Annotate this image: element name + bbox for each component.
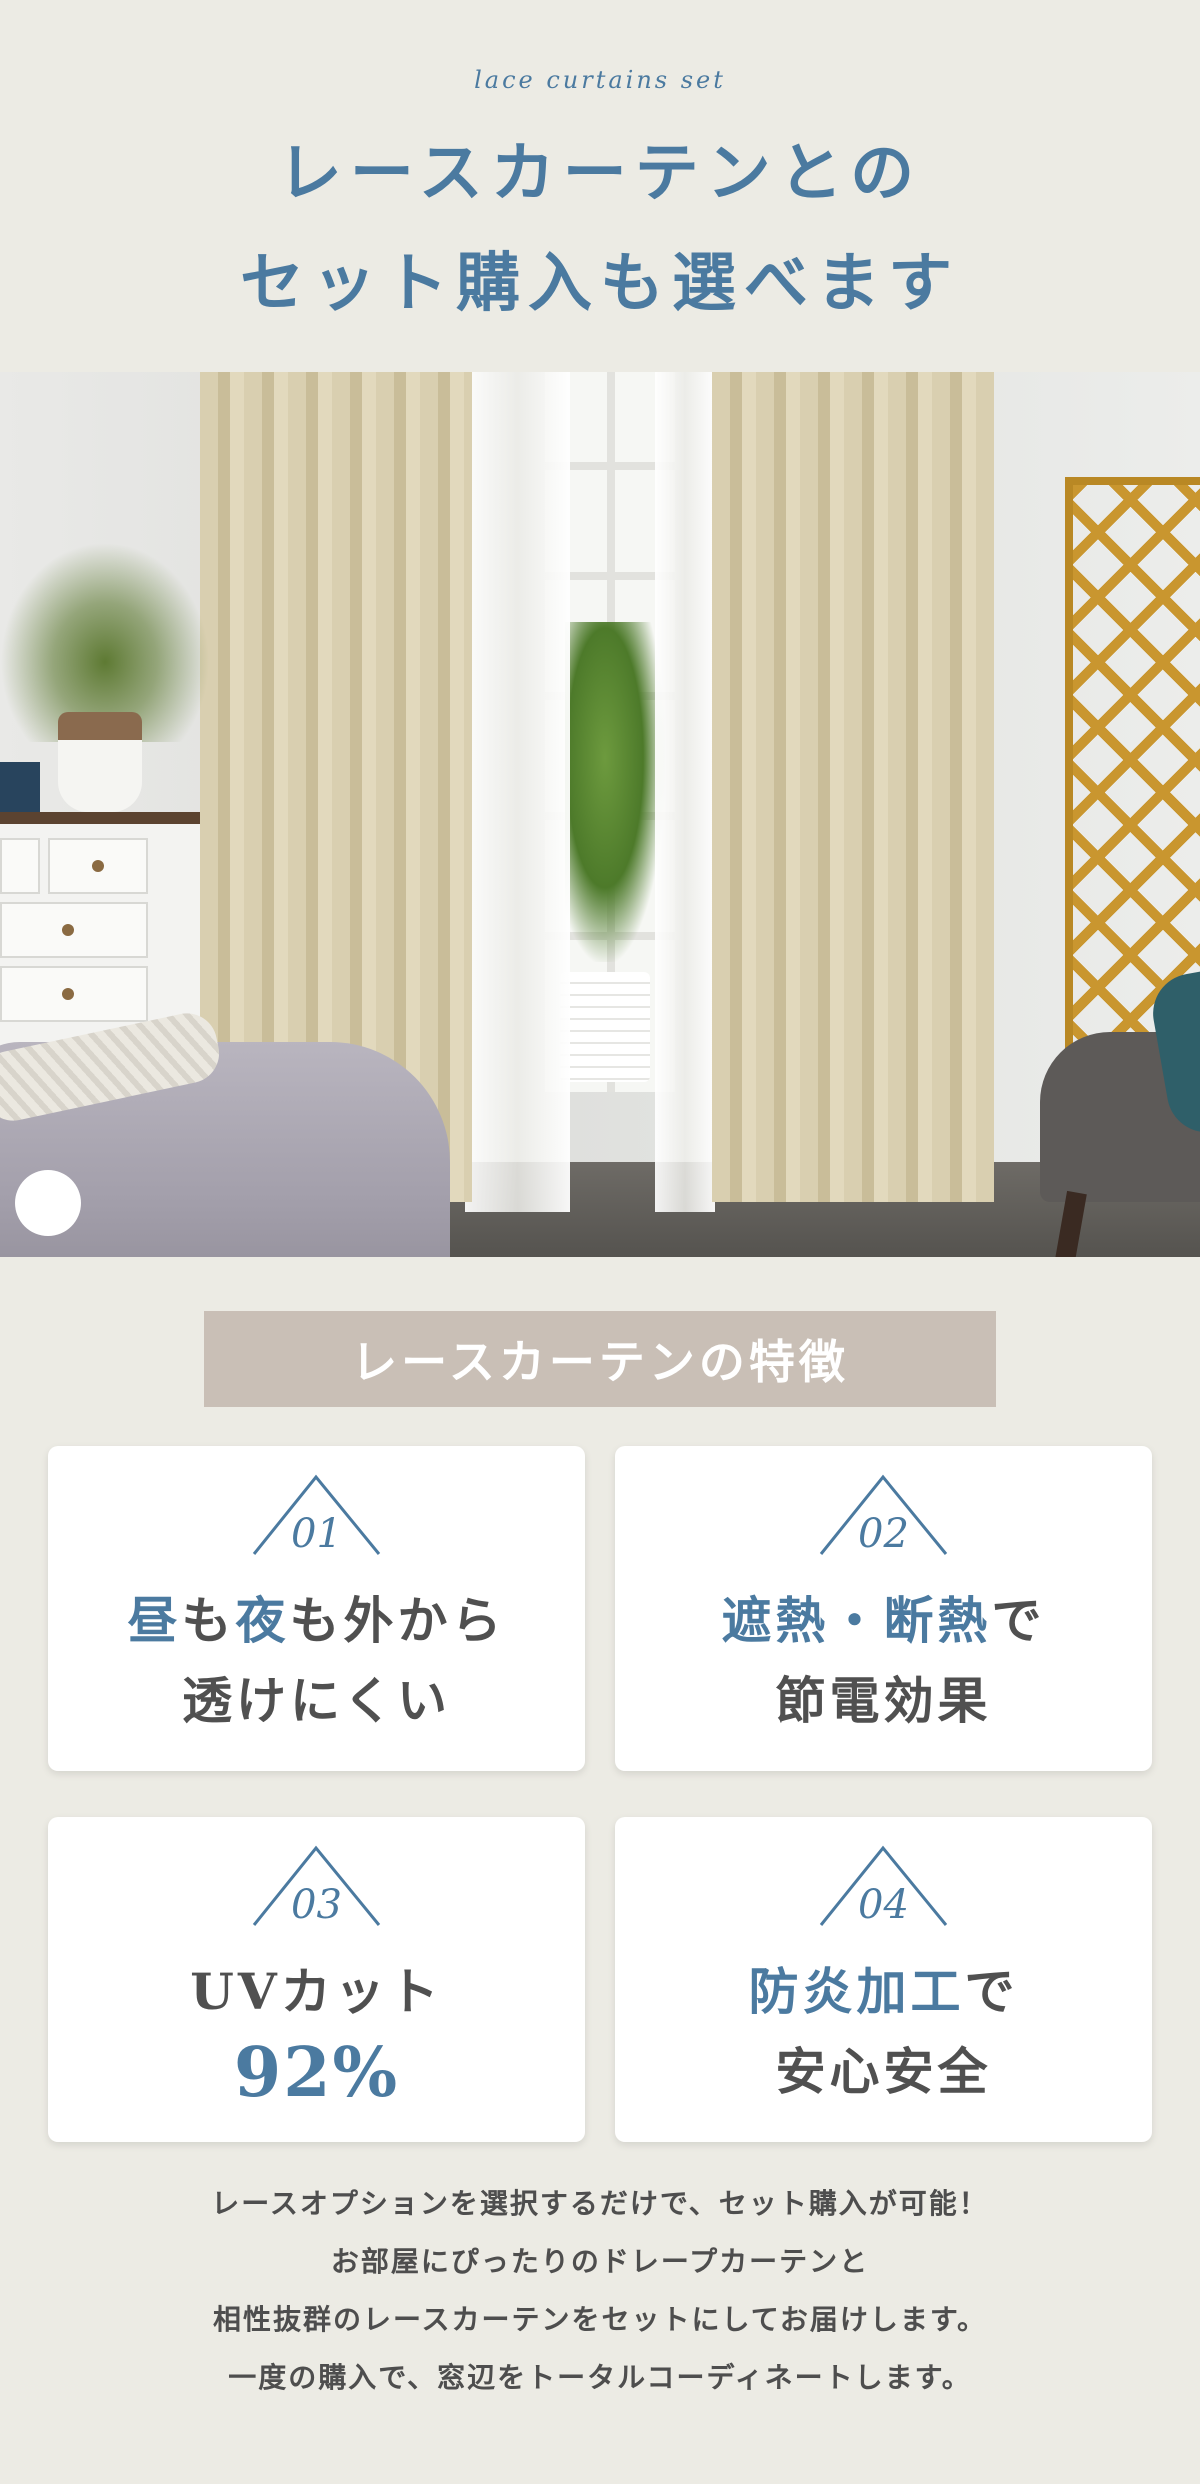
features-heading: レースカーテンの特徴	[204, 1311, 996, 1407]
drawer-knob	[62, 988, 74, 1000]
drawer-knob	[92, 860, 104, 872]
feature-number: 01	[291, 1511, 342, 1557]
curtain-photo	[0, 372, 1200, 1257]
page-title-line-2: セット購入も選べます	[240, 246, 960, 321]
feature-text: も外から	[289, 1591, 506, 1650]
feature-line-1: 遮熱・断熱で	[615, 1596, 1152, 1646]
description-line: 相性抜群のレースカーテンをセットにしてお届けします。	[212, 2303, 988, 2336]
decor-box	[0, 762, 40, 812]
feature-text: で	[964, 1962, 1019, 2021]
drawer	[0, 838, 40, 894]
feature-number: 02	[858, 1511, 909, 1557]
feature-number: 03	[291, 1882, 342, 1928]
drape-curtain-right	[712, 372, 994, 1202]
feature-text: も	[181, 1591, 236, 1650]
feature-line-2: 節電効果	[775, 1671, 992, 1730]
window-plant	[565, 622, 665, 962]
feature-accent-text: 昼	[127, 1591, 182, 1650]
feature-text: で	[991, 1591, 1046, 1650]
drawer	[0, 966, 148, 1022]
feature-line-1: 昼も夜も外から	[48, 1596, 585, 1646]
feature-line-2: 安心安全	[775, 2042, 992, 2101]
lace-curtain-left	[465, 372, 570, 1212]
feature-highlight-value: 92%	[233, 2033, 400, 2113]
drawer	[48, 838, 148, 894]
feature-line-2: 透けにくい	[182, 1671, 451, 1730]
description-line: 一度の購入で、窓辺をトータルコーディネートします。	[228, 2361, 972, 2394]
lace-curtain-right	[655, 372, 715, 1212]
page-title-line-1: レースカーテンとの	[277, 136, 923, 211]
feature-card-01: 01 昼も夜も外から 透けにくい	[48, 1446, 585, 1771]
feature-line-1: UVカット	[190, 1962, 443, 2021]
feature-accent-text: 夜	[235, 1591, 290, 1650]
script-subtitle: lace curtains set	[474, 66, 726, 94]
feature-accent-text: 遮熱・断熱	[721, 1591, 992, 1650]
feature-line-1: 防炎加工で	[615, 1967, 1152, 2017]
drawer-knob	[62, 924, 74, 936]
slider-dot-button[interactable]	[15, 1170, 81, 1236]
plant-pot	[560, 972, 650, 1082]
armchair	[1040, 965, 1200, 1257]
feature-number: 04	[858, 1882, 909, 1928]
description-line: レースオプションを選択するだけで、セット購入が可能！	[211, 2187, 989, 2220]
description-line: お部屋にぴったりのドレープカーテンと	[330, 2245, 870, 2278]
drawer	[0, 902, 148, 958]
feature-card-02: 02 遮熱・断熱で 節電効果	[615, 1446, 1152, 1771]
vase	[58, 712, 142, 812]
feature-card-04: 04 防炎加工で 安心安全	[615, 1817, 1152, 2142]
feature-card-03: 03 UVカット 92%	[48, 1817, 585, 2142]
feature-accent-text: 防炎加工	[748, 1962, 965, 2021]
